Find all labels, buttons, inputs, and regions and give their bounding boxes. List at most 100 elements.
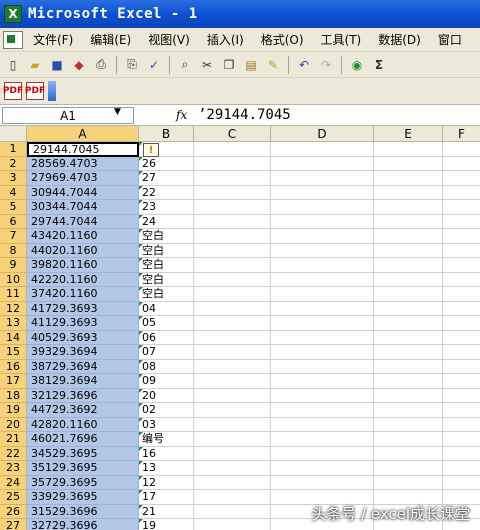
cell-c[interactable] bbox=[194, 214, 271, 229]
autosum-icon[interactable]: Σ bbox=[370, 56, 388, 74]
column-header-e[interactable]: E bbox=[374, 126, 443, 142]
cell-e[interactable] bbox=[374, 287, 443, 302]
cell-a[interactable]: 41129.3693 bbox=[27, 316, 139, 331]
cell-c[interactable] bbox=[194, 519, 271, 530]
cell-f[interactable] bbox=[443, 244, 480, 258]
research-icon[interactable]: ⌕ bbox=[176, 56, 194, 74]
cut-icon[interactable]: ✂ bbox=[198, 56, 216, 74]
cell-c[interactable] bbox=[194, 374, 271, 389]
row-header[interactable]: 13 bbox=[0, 316, 27, 331]
cell-a[interactable]: 32729.3696 bbox=[27, 519, 139, 530]
cell-a[interactable]: 43420.1160 bbox=[27, 229, 139, 244]
row-header[interactable]: 19 bbox=[0, 403, 27, 418]
cell-d[interactable] bbox=[271, 171, 374, 186]
cell-e[interactable] bbox=[374, 171, 443, 186]
cell-e[interactable] bbox=[374, 229, 443, 244]
cell-e[interactable] bbox=[374, 200, 443, 215]
cell-a[interactable]: 44729.3692 bbox=[27, 403, 139, 418]
save-icon[interactable]: ■ bbox=[48, 56, 66, 74]
cell-b[interactable]: 23 bbox=[139, 200, 194, 215]
row-header[interactable]: 21 bbox=[0, 432, 27, 447]
menu-insert[interactable]: 插入(I) bbox=[207, 31, 244, 48]
cell-d[interactable] bbox=[271, 287, 374, 302]
cell-e[interactable] bbox=[374, 345, 443, 360]
cell-c[interactable] bbox=[194, 446, 271, 461]
row-header[interactable]: 25 bbox=[0, 490, 27, 505]
select-all-corner[interactable] bbox=[0, 126, 27, 142]
menu-data[interactable]: 数据(D) bbox=[378, 31, 421, 48]
cell-f[interactable] bbox=[443, 287, 480, 302]
row-header[interactable]: 4 bbox=[0, 185, 27, 200]
cell-e[interactable] bbox=[374, 185, 443, 200]
cell-c[interactable] bbox=[194, 490, 271, 505]
row-header[interactable]: 14 bbox=[0, 330, 27, 345]
cell-c[interactable] bbox=[194, 258, 271, 273]
cell-e[interactable] bbox=[374, 243, 443, 258]
row-header[interactable]: 11 bbox=[0, 287, 27, 302]
cell-d[interactable] bbox=[271, 345, 374, 360]
row-header[interactable]: 9 bbox=[0, 258, 27, 273]
cell-a[interactable]: 39820.1160 bbox=[27, 258, 139, 273]
row-header[interactable]: 2 bbox=[0, 156, 27, 171]
cell-d[interactable] bbox=[271, 417, 374, 432]
cell-f[interactable] bbox=[443, 461, 480, 476]
cell-e[interactable] bbox=[374, 214, 443, 229]
cell-b[interactable]: 24 bbox=[139, 214, 194, 229]
menu-format[interactable]: 格式(O) bbox=[261, 31, 304, 48]
cell-c[interactable] bbox=[194, 185, 271, 200]
cell-d[interactable] bbox=[271, 432, 374, 447]
excel-icon[interactable]: X bbox=[4, 5, 22, 23]
cell-a[interactable]: 46021.7696 bbox=[27, 432, 139, 447]
cell-a[interactable]: 42820.1160 bbox=[27, 417, 139, 432]
row-header[interactable]: 16 bbox=[0, 359, 27, 374]
print-icon[interactable]: ⎙ bbox=[92, 56, 110, 74]
row-header[interactable]: 23 bbox=[0, 461, 27, 476]
cell-a[interactable]: 30944.7044 bbox=[27, 185, 139, 200]
cell-c[interactable] bbox=[194, 417, 271, 432]
cell-e[interactable] bbox=[374, 330, 443, 345]
cell-e[interactable] bbox=[374, 403, 443, 418]
cell-b[interactable]: 空白 bbox=[139, 287, 194, 302]
cell-a[interactable]: 41729.3693 bbox=[27, 301, 139, 316]
cell-d[interactable] bbox=[271, 142, 374, 157]
cell-a[interactable]: 33929.3695 bbox=[27, 490, 139, 505]
undo-icon[interactable]: ↶ bbox=[295, 56, 313, 74]
row-header[interactable]: 18 bbox=[0, 388, 27, 403]
cell-d[interactable] bbox=[271, 243, 374, 258]
row-header[interactable]: 26 bbox=[0, 504, 27, 519]
cell-b[interactable]: 06 bbox=[139, 330, 194, 345]
cell-f[interactable] bbox=[443, 186, 480, 200]
cell-a[interactable]: 40529.3693 bbox=[27, 330, 139, 345]
redo-icon[interactable]: ↷ bbox=[317, 56, 335, 74]
formula-input[interactable]: ’29144.7045 bbox=[198, 107, 291, 123]
menu-view[interactable]: 视图(V) bbox=[148, 31, 190, 48]
toolbar-grip-icon[interactable] bbox=[48, 81, 56, 101]
cell-c[interactable] bbox=[194, 330, 271, 345]
cell-a[interactable]: 28569.4703 bbox=[27, 156, 139, 171]
open-icon[interactable]: ▰ bbox=[26, 56, 44, 74]
cell-d[interactable] bbox=[271, 475, 374, 490]
cell-f[interactable] bbox=[443, 142, 480, 157]
cell-a[interactable]: 35129.3695 bbox=[27, 461, 139, 476]
menu-file[interactable]: 文件(F) bbox=[33, 31, 73, 48]
cell-b[interactable]: 空白 bbox=[139, 243, 194, 258]
cell-e[interactable] bbox=[374, 272, 443, 287]
row-header[interactable]: 22 bbox=[0, 446, 27, 461]
cell-d[interactable] bbox=[271, 272, 374, 287]
cell-f[interactable] bbox=[443, 432, 480, 447]
cell-b[interactable]: 03 bbox=[139, 417, 194, 432]
cell-b[interactable]: 13 bbox=[139, 461, 194, 476]
cell-c[interactable] bbox=[194, 432, 271, 447]
row-header[interactable]: 12 bbox=[0, 301, 27, 316]
cell-c[interactable] bbox=[194, 156, 271, 171]
row-header[interactable]: 7 bbox=[0, 229, 27, 244]
paste-icon[interactable]: ▤ bbox=[242, 56, 260, 74]
cell-f[interactable] bbox=[443, 360, 480, 374]
cell-b[interactable]: 02 bbox=[139, 403, 194, 418]
cell-d[interactable] bbox=[271, 461, 374, 476]
row-header[interactable]: 17 bbox=[0, 374, 27, 389]
column-header-d[interactable]: D bbox=[271, 126, 374, 142]
cell-c[interactable] bbox=[194, 388, 271, 403]
copy-icon[interactable]: ❐ bbox=[220, 56, 238, 74]
cell-a[interactable]: 38729.3694 bbox=[27, 359, 139, 374]
